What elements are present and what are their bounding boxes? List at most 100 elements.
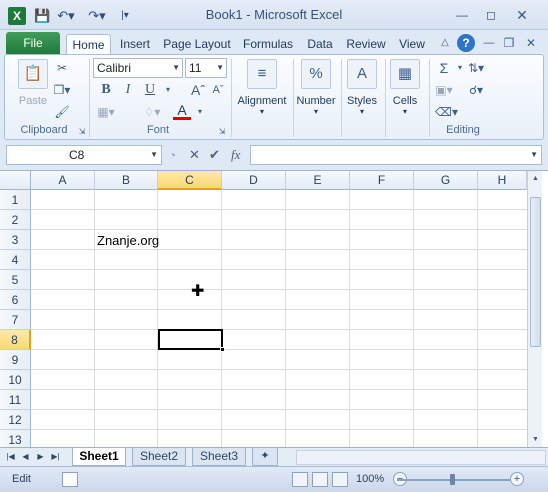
minimize-ribbon-icon[interactable]: △ bbox=[436, 34, 454, 52]
select-all-corner[interactable] bbox=[0, 171, 31, 190]
decrease-font-icon[interactable]: Aˇ bbox=[209, 81, 227, 99]
group-separator bbox=[429, 59, 430, 137]
active-cell-c8[interactable] bbox=[158, 329, 225, 352]
minimize-button[interactable]: — bbox=[450, 5, 474, 25]
formula-bar-resize-icon[interactable]: ◔ bbox=[168, 145, 176, 165]
tab-view[interactable]: View bbox=[395, 34, 429, 55]
formula-bar-area: C8 ▼ ◔ ✕ ✔ fx ▼ bbox=[0, 140, 548, 170]
page-break-view-icon[interactable] bbox=[332, 472, 348, 487]
row-header[interactable]: 4 bbox=[0, 250, 31, 270]
fill-color-icon[interactable]: ♢▾ bbox=[143, 103, 161, 121]
last-sheet-icon[interactable]: ▶| bbox=[49, 450, 62, 464]
row-header[interactable]: 1 bbox=[0, 190, 31, 210]
zoom-level[interactable]: 100% bbox=[356, 473, 384, 485]
column-header[interactable]: D bbox=[222, 171, 286, 190]
help-icon[interactable]: ? bbox=[457, 34, 475, 52]
normal-view-icon[interactable] bbox=[292, 472, 308, 487]
tab-data[interactable]: Data bbox=[303, 34, 337, 55]
vertical-scrollbar[interactable]: ▲ ▼ bbox=[527, 171, 542, 447]
tab-review[interactable]: Review bbox=[343, 34, 389, 55]
number-button[interactable]: % Number ▾ bbox=[293, 59, 339, 116]
zoom-slider[interactable] bbox=[397, 474, 511, 485]
tab-file[interactable]: File bbox=[6, 32, 60, 54]
scroll-up-icon[interactable]: ▲ bbox=[528, 172, 543, 186]
row-header[interactable]: 6 bbox=[0, 290, 31, 310]
maximize-button[interactable]: ◻ bbox=[479, 5, 503, 25]
row-header[interactable]: 9 bbox=[0, 350, 31, 370]
tab-home[interactable]: Home bbox=[66, 34, 111, 55]
borders-icon[interactable]: ▦▾ bbox=[97, 103, 115, 121]
font-size-box[interactable]: 11 ▼ bbox=[185, 58, 227, 78]
row-header[interactable]: 13 bbox=[0, 430, 31, 447]
font-color-icon[interactable]: A bbox=[173, 101, 191, 120]
row-header[interactable]: 3 bbox=[0, 230, 31, 250]
sheet-tab-sheet2[interactable]: Sheet2 bbox=[132, 448, 186, 466]
format-painter-icon[interactable]: 🖌 bbox=[53, 103, 71, 121]
column-header[interactable]: H bbox=[478, 171, 527, 190]
increase-font-icon[interactable]: Aˆ bbox=[189, 81, 207, 99]
sort-filter-icon[interactable]: ⇅▾ bbox=[467, 59, 485, 77]
column-header[interactable]: E bbox=[286, 171, 350, 190]
font-name-box[interactable]: Calibri ▼ bbox=[93, 58, 183, 78]
column-header[interactable]: C bbox=[158, 171, 222, 190]
cells-button[interactable]: ▦ Cells ▾ bbox=[385, 59, 425, 116]
row-header[interactable]: 5 bbox=[0, 270, 31, 290]
fill-icon[interactable]: ▣▾ bbox=[435, 81, 453, 99]
clear-icon[interactable]: ⌫▾ bbox=[435, 103, 458, 121]
fill-handle[interactable] bbox=[220, 347, 225, 352]
name-box[interactable]: C8 ▼ bbox=[6, 145, 162, 165]
tab-page-layout[interactable]: Page Layout bbox=[161, 34, 233, 55]
alignment-button[interactable]: ≡ Alignment ▾ bbox=[233, 59, 291, 116]
row-header[interactable]: 8 bbox=[0, 330, 31, 350]
cell-b3[interactable]: Znanje.org bbox=[97, 233, 159, 248]
gridline bbox=[31, 429, 527, 430]
find-select-icon[interactable]: ☌▾ bbox=[467, 81, 485, 99]
row-header[interactable]: 10 bbox=[0, 370, 31, 390]
zoom-knob[interactable] bbox=[450, 474, 455, 485]
horizontal-scrollbar[interactable] bbox=[296, 450, 546, 465]
font-launcher-icon[interactable]: ⇲ bbox=[213, 123, 231, 141]
page-layout-view-icon[interactable] bbox=[312, 472, 328, 487]
italic-button[interactable]: I bbox=[119, 81, 137, 99]
enter-icon[interactable]: ✔ bbox=[209, 145, 220, 165]
cut-icon[interactable]: ✂ bbox=[53, 59, 71, 77]
sheet-tab-sheet1[interactable]: Sheet1 bbox=[72, 448, 126, 466]
doc-restore-icon[interactable]: ❐ bbox=[500, 34, 518, 52]
cells-icon: ▦ bbox=[390, 59, 420, 89]
first-sheet-icon[interactable]: |◀ bbox=[4, 450, 17, 464]
copy-icon[interactable]: ❐▾ bbox=[53, 81, 71, 99]
insert-function-icon[interactable]: fx bbox=[231, 145, 240, 165]
zoom-in-icon[interactable]: + bbox=[510, 472, 524, 486]
formula-input[interactable]: ▼ bbox=[250, 145, 542, 165]
column-header[interactable]: F bbox=[350, 171, 414, 190]
chevron-down-icon[interactable]: ▾ bbox=[191, 103, 209, 121]
doc-minimize-icon[interactable]: — bbox=[480, 34, 498, 52]
row-header[interactable]: 11 bbox=[0, 390, 31, 410]
worksheet-grid[interactable]: A B C D E F G H 1 2 3 4 5 6 7 8 9 10 11 … bbox=[0, 170, 548, 447]
column-header[interactable]: B bbox=[95, 171, 158, 190]
scroll-thumb[interactable] bbox=[530, 197, 541, 347]
close-button[interactable]: ✕ bbox=[510, 5, 534, 25]
row-header[interactable]: 12 bbox=[0, 410, 31, 430]
sheet-tab-sheet3[interactable]: Sheet3 bbox=[192, 448, 246, 466]
column-header[interactable]: G bbox=[414, 171, 478, 190]
prev-sheet-icon[interactable]: ◀ bbox=[19, 450, 32, 464]
cancel-icon[interactable]: ✕ bbox=[189, 145, 200, 165]
styles-button[interactable]: A Styles ▾ bbox=[341, 59, 383, 116]
underline-button[interactable]: U bbox=[141, 81, 159, 99]
expand-formula-icon[interactable]: ▼ bbox=[530, 146, 538, 164]
bold-button[interactable]: B bbox=[97, 81, 115, 99]
insert-sheet-icon[interactable]: ✦ bbox=[252, 448, 278, 466]
row-header[interactable]: 2 bbox=[0, 210, 31, 230]
macro-record-icon[interactable] bbox=[62, 472, 78, 487]
paste-button[interactable]: 📋 Paste bbox=[13, 59, 53, 107]
ribbon: 📋 Paste ✂ ❐▾ 🖌 Clipboard ⇲ Calibri ▼ 11 … bbox=[4, 54, 544, 140]
column-header[interactable]: A bbox=[31, 171, 95, 190]
doc-close-icon[interactable]: ✕ bbox=[522, 34, 540, 52]
row-header[interactable]: 7 bbox=[0, 310, 31, 330]
tab-formulas[interactable]: Formulas bbox=[239, 34, 297, 55]
tab-insert[interactable]: Insert bbox=[114, 34, 156, 55]
scroll-down-icon[interactable]: ▼ bbox=[528, 433, 543, 447]
chevron-down-icon[interactable]: ▾ bbox=[159, 81, 177, 99]
next-sheet-icon[interactable]: ▶ bbox=[34, 450, 47, 464]
